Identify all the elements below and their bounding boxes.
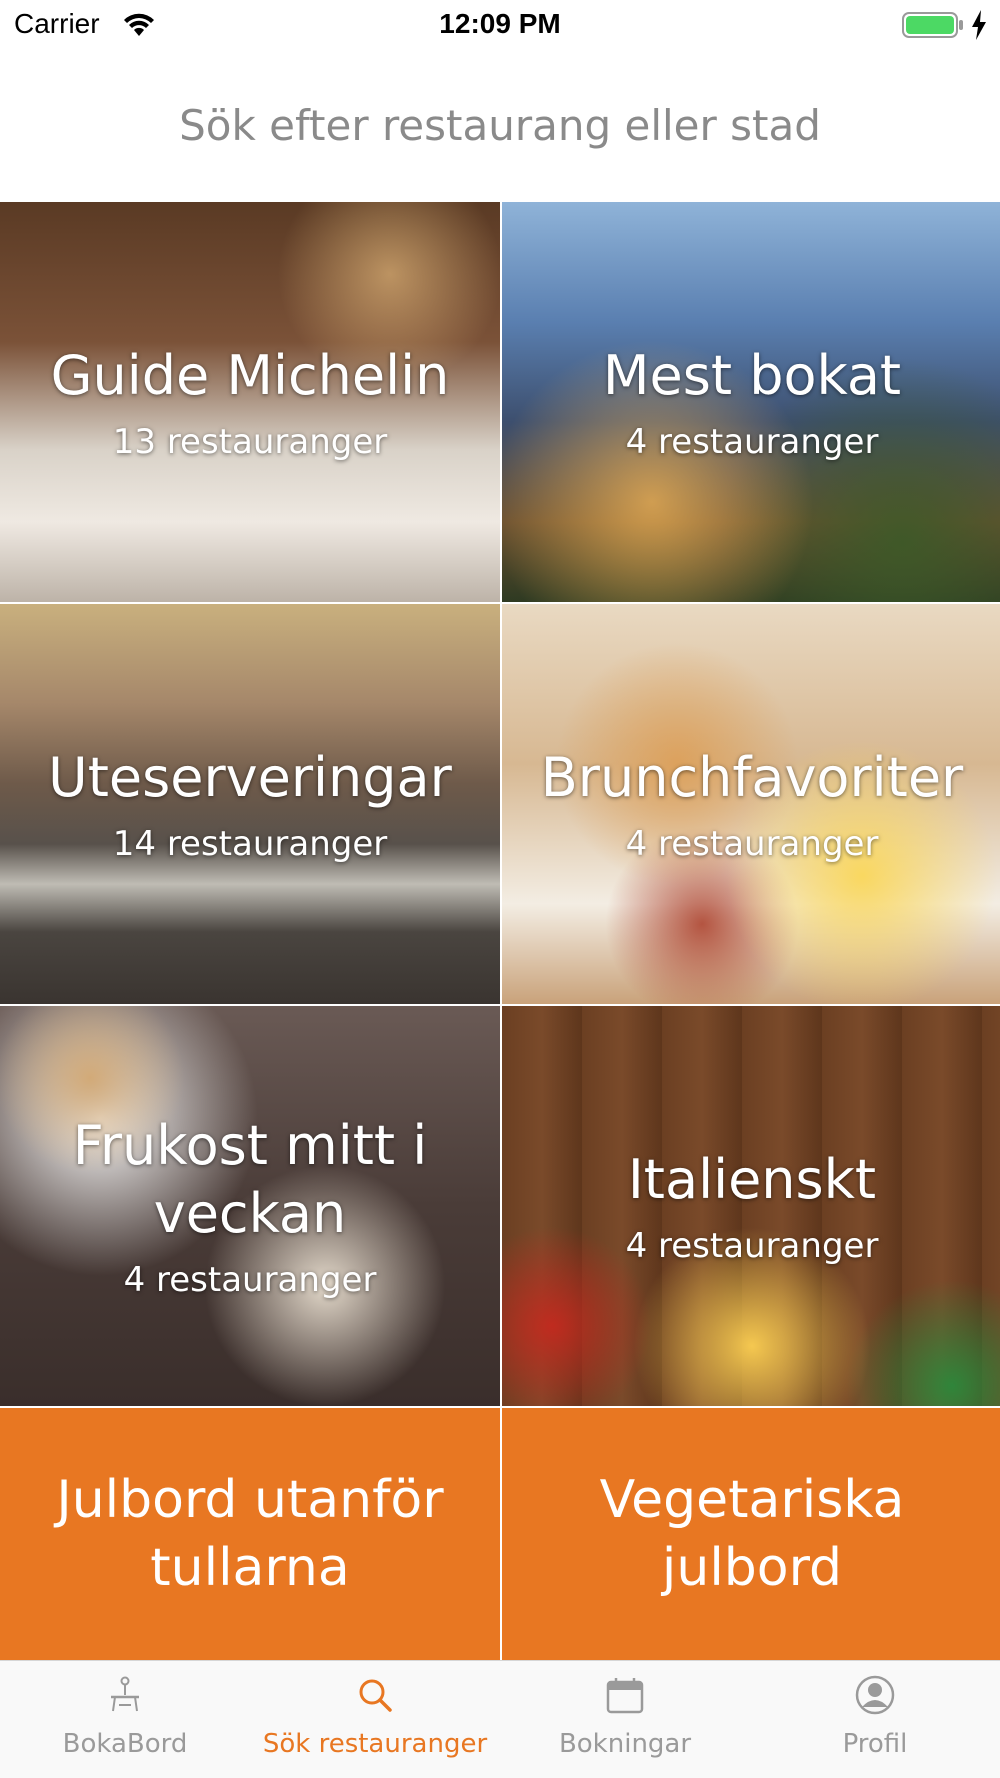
category-count: 14 restauranger bbox=[112, 824, 388, 864]
tab-label: BokaBord bbox=[62, 1729, 188, 1759]
charging-bolt-icon bbox=[972, 10, 986, 40]
category-tile-guide-michelin[interactable]: Guide Michelin 13 restauranger bbox=[0, 202, 500, 602]
category-tile-brunchfavoriter[interactable]: Brunchfavoriter 4 restauranger bbox=[502, 604, 1000, 1004]
category-tile-vegetariska-julbord[interactable]: Vegetariska julbord bbox=[502, 1408, 1000, 1660]
tab-profil[interactable]: Profil bbox=[750, 1661, 1000, 1778]
tab-bokabord[interactable]: BokaBord bbox=[0, 1661, 250, 1778]
category-title: Guide Michelin bbox=[50, 344, 450, 407]
search-bar bbox=[0, 90, 1000, 160]
category-tile-mest-bokat[interactable]: Mest bokat 4 restauranger bbox=[502, 202, 1000, 602]
category-tile-frukost[interactable]: Frukost mitt i veckan 4 restauranger bbox=[0, 1006, 500, 1406]
tab-label: Profil bbox=[842, 1729, 908, 1759]
category-title: Julbord utanför tullarna bbox=[56, 1470, 444, 1598]
category-title: Italienskt bbox=[627, 1148, 877, 1211]
category-count: 4 restauranger bbox=[625, 1226, 879, 1266]
tab-label: Bokningar bbox=[558, 1729, 692, 1759]
tab-sok-restauranger[interactable]: Sök restauranger bbox=[250, 1661, 500, 1778]
status-bar: Carrier 12:09 PM bbox=[0, 0, 1000, 50]
category-title: Vegetariska julbord bbox=[599, 1470, 905, 1598]
clock: 12:09 PM bbox=[439, 8, 561, 39]
category-tile-italienskt[interactable]: Italienskt 4 restauranger bbox=[502, 1006, 1000, 1406]
category-count: 13 restauranger bbox=[112, 422, 388, 462]
category-count: 4 restauranger bbox=[123, 1260, 377, 1300]
category-title: Uteserveringar bbox=[48, 746, 452, 809]
bokabord-icon bbox=[111, 1676, 139, 1712]
category-tile-uteserveringar[interactable]: Uteserveringar 14 restauranger bbox=[0, 604, 500, 1004]
category-count: 4 restauranger bbox=[625, 422, 879, 462]
tab-bokningar[interactable]: Bokningar bbox=[500, 1661, 750, 1778]
calendar-icon bbox=[606, 1678, 644, 1714]
profile-icon bbox=[855, 1675, 895, 1715]
category-title: Frukost mitt i veckan bbox=[72, 1114, 428, 1245]
search-icon bbox=[359, 1679, 392, 1712]
category-grid: Guide Michelin 13 restauranger Mest boka… bbox=[0, 202, 1000, 1660]
tab-label: Sök restauranger bbox=[262, 1729, 488, 1759]
category-title: Brunchfavoriter bbox=[540, 746, 964, 809]
tab-bar: BokaBord Sök restauranger Bokningar Prof… bbox=[0, 1660, 1000, 1778]
category-tile-julbord-utanfor-tullarna[interactable]: Julbord utanför tullarna bbox=[0, 1408, 500, 1660]
search-input[interactable] bbox=[0, 90, 1000, 160]
category-title: Mest bokat bbox=[602, 344, 902, 407]
category-count: 4 restauranger bbox=[625, 824, 879, 864]
battery-icon bbox=[902, 12, 963, 38]
